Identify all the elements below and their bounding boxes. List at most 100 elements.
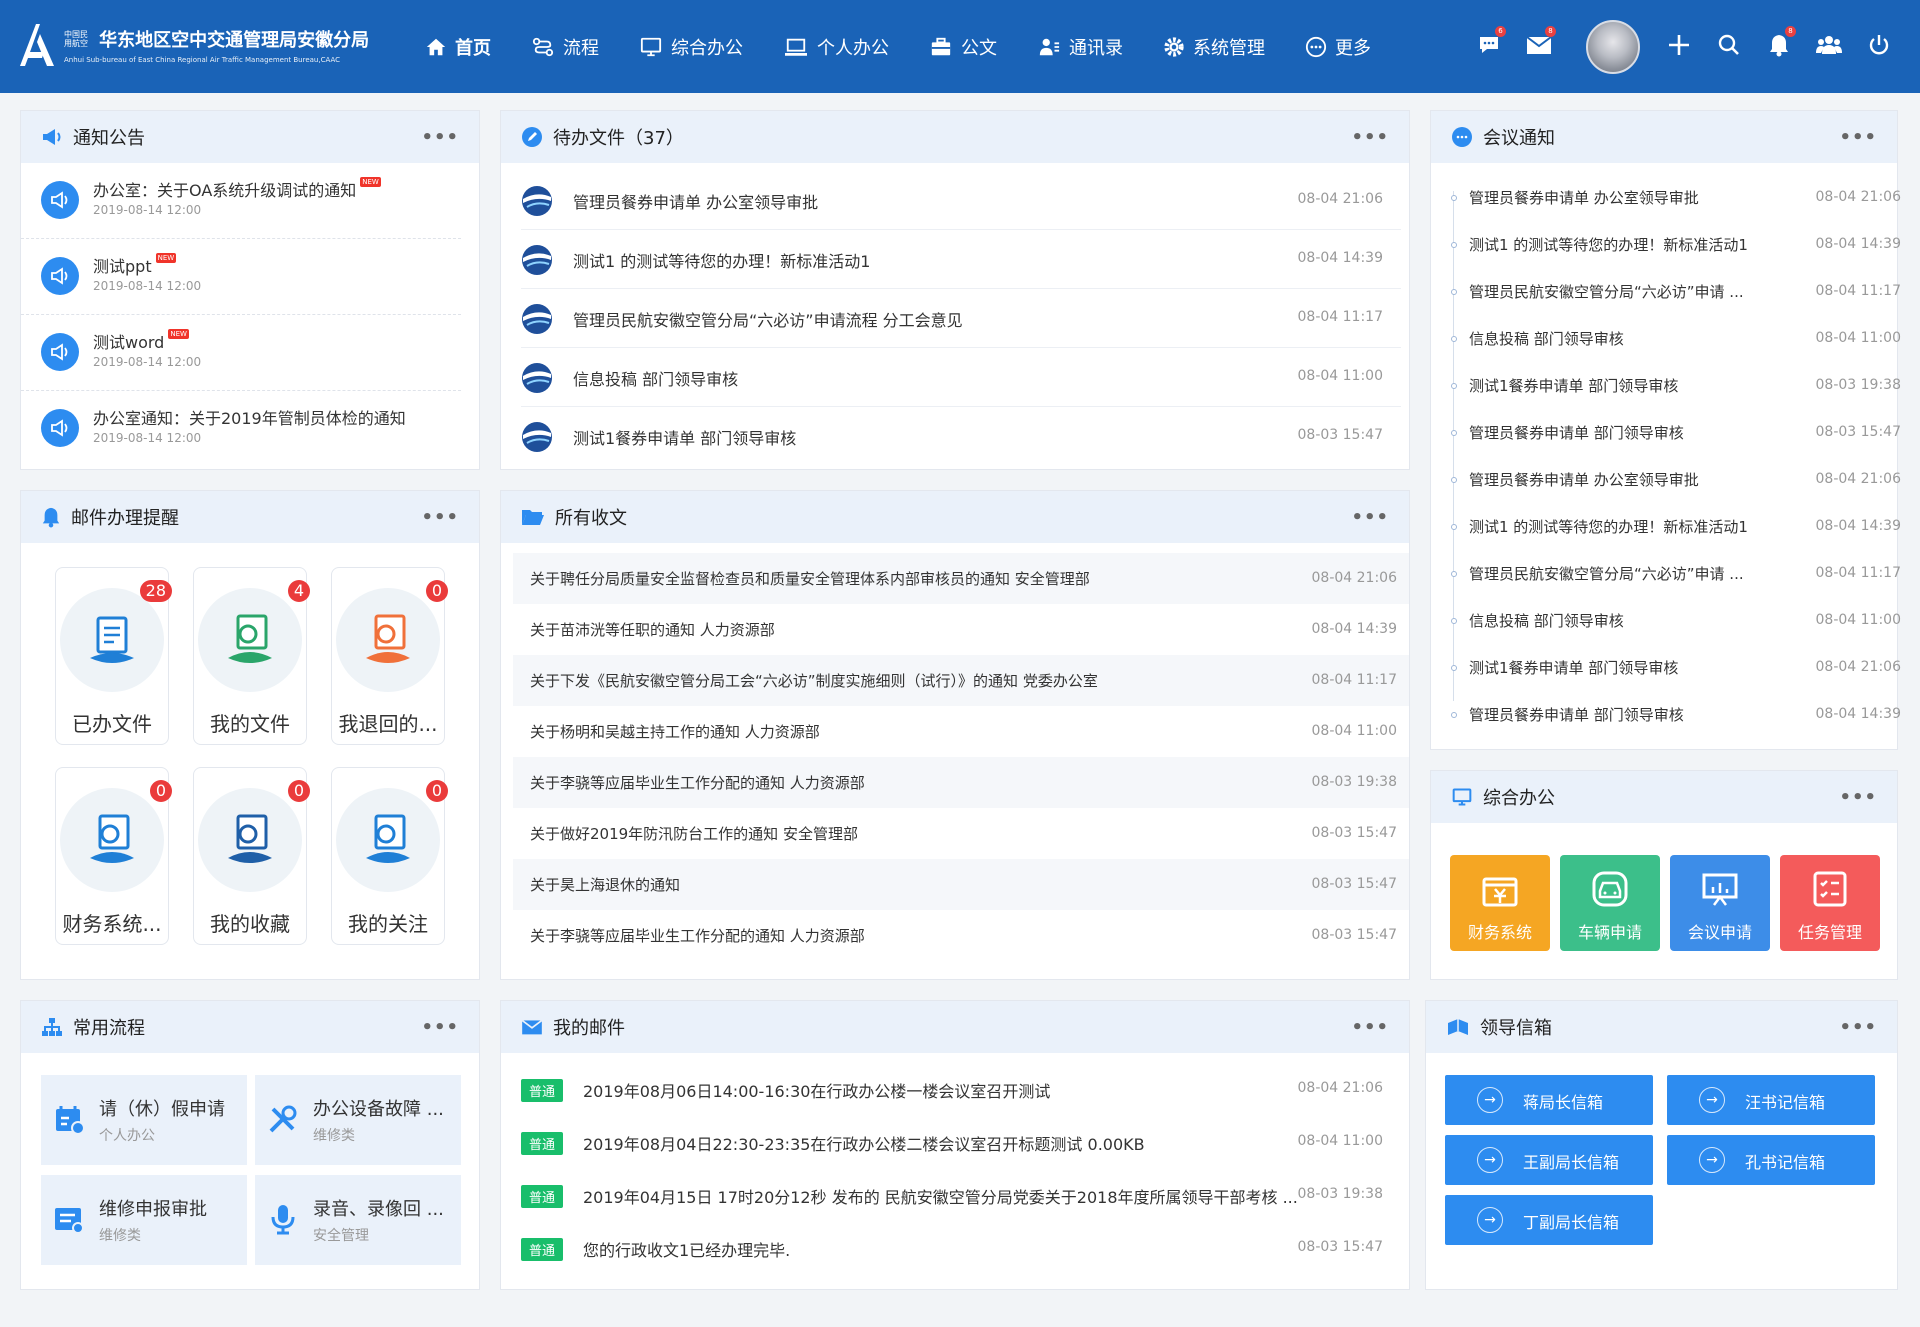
todo-row[interactable]: 管理员餐券申请单 办公室领导审批 08-04 21:06: [521, 171, 1401, 230]
mail-row[interactable]: 普通 2019年08月06日14:00-16:30在行政办公楼一楼会议室召开测试 0…: [521, 1063, 1401, 1116]
tile-label: 会议申请: [1687, 923, 1752, 942]
tile-vehicle[interactable]: 车辆申请: [1560, 855, 1660, 951]
mail-card-finance[interactable]: 0 财务系统...: [55, 767, 172, 945]
tile-finance[interactable]: 财务系统: [1450, 855, 1550, 951]
more-button[interactable]: •••: [1351, 127, 1389, 148]
meeting-row[interactable]: 信息投稿 部门领导审核 08-04 11:00: [1451, 598, 1901, 645]
meeting-text: 测试1 的测试等待您的办理！新标准活动1: [1469, 236, 1748, 254]
notice-item[interactable]: 测试ppt NEW 2019-08-14 12:00: [21, 239, 461, 315]
logo-mark-icon: [16, 22, 56, 68]
todo-row[interactable]: 信息投稿 部门领导审核 08-04 11:00: [521, 348, 1401, 407]
more-button[interactable]: •••: [421, 127, 459, 148]
notice-item[interactable]: 测试word NEW 2019-08-14 12:00: [21, 315, 461, 391]
received-text: 关于苗沛洸等任职的通知 人力资源部: [530, 621, 775, 639]
notification-button[interactable]: 8: [1764, 26, 1796, 60]
count-badge: 28: [139, 580, 172, 602]
meeting-row[interactable]: 管理员民航安徽空管分局“六必访”申请 ... 08-04 11:17: [1451, 269, 1901, 316]
nav-general-office[interactable]: 综合办公: [639, 34, 743, 60]
received-row[interactable]: 关于杨明和吴越主持工作的通知 人力资源部 08-04 11:00: [513, 706, 1409, 757]
users-button[interactable]: [1814, 30, 1844, 60]
more-button[interactable]: •••: [1839, 1017, 1877, 1038]
flow-leave-request[interactable]: 请（休）假申请 个人办公: [41, 1075, 247, 1165]
more-button[interactable]: •••: [421, 1017, 459, 1038]
notice-item[interactable]: 办公室：关于OA系统升级调试的通知 NEW 2019-08-14 12:00: [21, 163, 461, 239]
flow-recording-playback[interactable]: 录音、录像回 ... 安全管理: [255, 1175, 461, 1265]
meeting-row[interactable]: 管理员餐券申请单 办公室领导审批 08-04 21:06: [1451, 457, 1901, 504]
meeting-row[interactable]: 管理员餐券申请单 部门领导审核 08-03 15:47: [1451, 410, 1901, 457]
mail-card-done[interactable]: 28 已办文件: [55, 567, 172, 745]
add-button[interactable]: [1664, 30, 1694, 60]
todo-row[interactable]: 管理员民航安徽空管分局“六必访”申请流程 分工会意见 08-04 11:17: [521, 289, 1401, 348]
received-row[interactable]: 关于李骁等应届毕业生工作分配的通知 人力资源部 08-03 15:47: [513, 910, 1409, 961]
new-tag: NEW: [155, 253, 177, 263]
meeting-time: 08-04 11:00: [1815, 612, 1901, 628]
meeting-text: 管理员民航安徽空管分局“六必访”申请 ...: [1469, 283, 1744, 301]
mailbox-button[interactable]: → 丁副局长信箱: [1445, 1195, 1653, 1245]
todo-row[interactable]: 测试1餐券申请单 部门领导审核 08-03 15:47: [521, 407, 1401, 466]
tile-meeting[interactable]: 会议申请: [1670, 855, 1770, 951]
todo-time: 08-04 11:00: [1297, 368, 1383, 384]
meeting-row[interactable]: 测试1餐券申请单 部门领导审核 08-04 21:06: [1451, 645, 1901, 692]
notice-item[interactable]: 办公室通知：关于2019年管制员体检的通知 2019-08-14 12:00: [21, 391, 461, 467]
received-row[interactable]: 关于下发《民航安徽空管分局工会“六必访”制度实施细则（试行）》的通知 党委办公室…: [513, 655, 1409, 706]
nav-contacts[interactable]: 通讯录: [1037, 34, 1123, 60]
nav-document[interactable]: 公文: [929, 34, 997, 60]
mailbox-button[interactable]: → 蒋局长信箱: [1445, 1075, 1653, 1125]
briefcase-icon: [931, 37, 951, 55]
more-button[interactable]: •••: [421, 507, 459, 528]
meeting-row[interactable]: 信息投稿 部门领导审核 08-04 11:00: [1451, 316, 1901, 363]
flow-category: 安全管理: [313, 1228, 369, 1244]
more-button[interactable]: •••: [1351, 1017, 1389, 1038]
more-button[interactable]: •••: [1839, 787, 1877, 808]
received-text: 关于杨明和吴越主持工作的通知 人力资源部: [530, 723, 820, 741]
nav-system-admin[interactable]: 系统管理: [1163, 34, 1265, 60]
notice-date: 2019-08-14 12:00: [93, 203, 202, 217]
received-row[interactable]: 关于聘任分局质量安全监督检查员和质量安全管理体系内部审核员的通知 安全管理部 08…: [513, 553, 1409, 604]
mail-card-returned[interactable]: 0 我退回的...: [331, 567, 448, 745]
mailbox-button[interactable]: → 孔书记信箱: [1667, 1135, 1875, 1185]
timeline-dot: [1451, 571, 1457, 577]
meeting-row[interactable]: 测试1餐券申请单 部门领导审核 08-03 19:38: [1451, 363, 1901, 410]
logo[interactable]: 中国民用航空 华东地区空中交通管理局安徽分局 Anhui Sub-bureau …: [16, 22, 369, 68]
meeting-text: 测试1 的测试等待您的办理！新标准活动1: [1469, 518, 1748, 536]
mail-button[interactable]: 8: [1524, 26, 1556, 60]
flow-repair-approval[interactable]: 维修申报审批 维修类: [41, 1175, 247, 1265]
mail-card-follow[interactable]: 0 我的关注: [331, 767, 448, 945]
meeting-row[interactable]: 管理员餐券申请单 部门领导审核 08-04 14:39: [1451, 692, 1901, 739]
meeting-row[interactable]: 管理员餐券申请单 办公室领导审批 08-04 21:06: [1451, 175, 1901, 222]
todo-row[interactable]: 测试1 的测试等待您的办理！新标准活动1 08-04 14:39: [521, 230, 1401, 289]
notice-title: 测试ppt: [93, 257, 152, 276]
meeting-row[interactable]: 测试1 的测试等待您的办理！新标准活动1 08-04 14:39: [1451, 222, 1901, 269]
nav-more[interactable]: 更多: [1305, 34, 1371, 60]
logout-button[interactable]: [1864, 30, 1894, 60]
meeting-row[interactable]: 测试1 的测试等待您的办理！新标准活动1 08-04 14:39: [1451, 504, 1901, 551]
mailbox-button[interactable]: → 汪书记信箱: [1667, 1075, 1875, 1125]
more-button[interactable]: •••: [1351, 507, 1389, 528]
nav-home[interactable]: 首页: [425, 34, 491, 60]
mail-card-mine[interactable]: 4 我的文件: [193, 567, 310, 745]
priority-tag: 普通: [521, 1238, 564, 1261]
search-button[interactable]: [1714, 30, 1744, 60]
user-avatar[interactable]: [1586, 20, 1640, 74]
mail-row[interactable]: 普通 您的行政收文1已经办理完毕. 08-03 15:47: [521, 1222, 1401, 1275]
mail-card-favorites[interactable]: 0 我的收藏: [193, 767, 310, 945]
users-icon: [1816, 36, 1842, 54]
message-button[interactable]: 6: [1474, 26, 1506, 60]
todo-text: 管理员民航安徽空管分局“六必访”申请流程 分工会意见: [573, 311, 963, 330]
envelope-icon: [521, 1019, 543, 1035]
mail-row[interactable]: 普通 2019年04月15日 17时20分12秒 发布的 民航安徽空管分局党委关于…: [521, 1169, 1401, 1222]
mailbox-button[interactable]: → 王副局长信箱: [1445, 1135, 1653, 1185]
nav-personal-office[interactable]: 个人办公: [783, 34, 889, 60]
flow-equipment-repair[interactable]: 办公设备故障 ... 维修类: [255, 1075, 461, 1165]
received-row[interactable]: 关于做好2019年防汛防台工作的通知 安全管理部 08-03 15:47: [513, 808, 1409, 859]
mail-row[interactable]: 普通 2019年08月04日22:30-23:35在行政办公楼二楼会议室召开标题测…: [521, 1116, 1401, 1169]
received-row[interactable]: 关于苗沛洸等任职的通知 人力资源部 08-04 14:39: [513, 604, 1409, 655]
favorite-file-icon: [198, 788, 302, 892]
nav-flow[interactable]: 流程: [531, 34, 599, 60]
tile-task[interactable]: 任务管理: [1780, 855, 1880, 951]
received-row[interactable]: 关于李骁等应届毕业生工作分配的通知 人力资源部 08-03 19:38: [513, 757, 1409, 808]
received-row[interactable]: 关于昊上海退休的通知 08-03 15:47: [513, 859, 1409, 910]
caac-logo-icon: [522, 422, 552, 452]
meeting-row[interactable]: 管理员民航安徽空管分局“六必访”申请 ... 08-04 11:17: [1451, 551, 1901, 598]
more-button[interactable]: •••: [1839, 127, 1877, 148]
